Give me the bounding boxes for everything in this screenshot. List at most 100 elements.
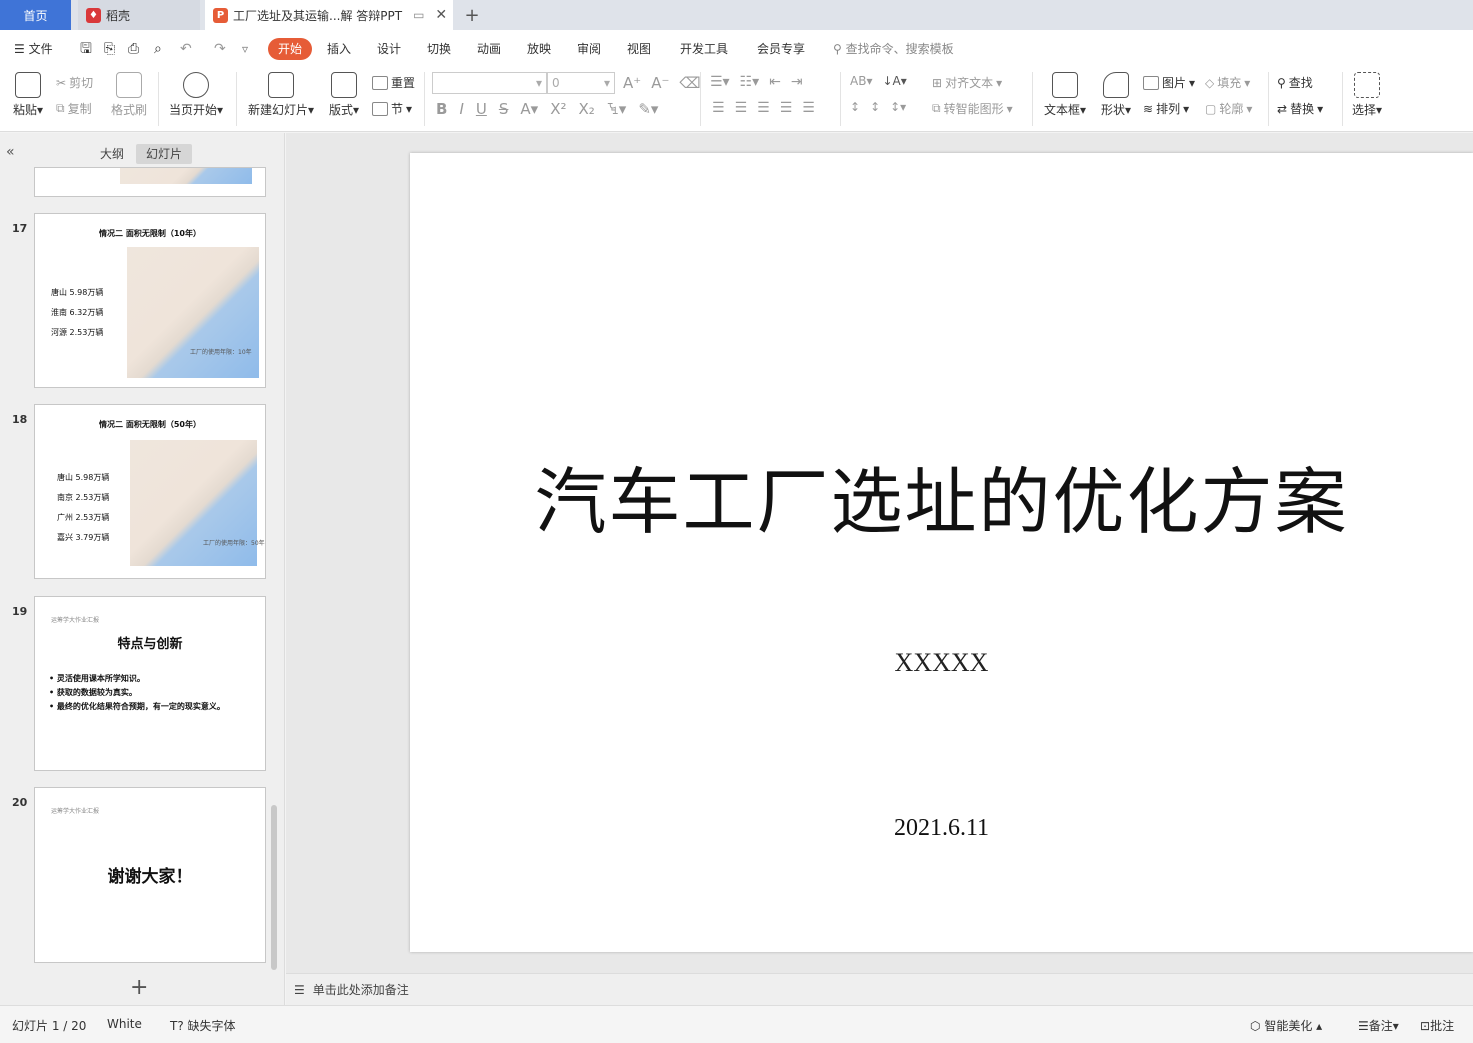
screen-icon[interactable]: ▭ — [413, 8, 424, 22]
save-icon[interactable]: 🖫 — [80, 38, 92, 60]
superscript-icon[interactable]: X² — [550, 100, 566, 118]
menu-member[interactable]: 会员专享 — [757, 38, 805, 60]
picture-button[interactable]: 图片 ▾ — [1143, 74, 1195, 91]
arrange-button[interactable]: ≋ 排列 ▾ — [1143, 100, 1189, 117]
menu-animation[interactable]: 动画 — [477, 38, 501, 60]
new-tab-button[interactable]: + — [460, 0, 484, 30]
tab-document[interactable]: P 工厂选址及其运输...解 答辩PPT ▭ ✕ — [205, 0, 453, 30]
slide-thumbnail-18[interactable]: 情况二 面积无限制（50年） 唐山 5.98万辆 南京 2.53万辆 广州 2.… — [34, 404, 266, 579]
tab-outline[interactable]: 大纲 — [90, 144, 134, 164]
find-button[interactable]: ⚲ 查找 — [1277, 74, 1313, 91]
menu-devtools[interactable]: 开发工具 — [680, 38, 728, 60]
text-direction-icon[interactable]: AB▾ — [850, 74, 872, 88]
print-preview-icon[interactable]: ⌕ — [154, 38, 162, 60]
divider — [236, 72, 237, 126]
collapse-panel-icon[interactable]: « — [6, 144, 15, 160]
textbox-label: 文本框 — [1043, 103, 1080, 117]
font-size-adjust: A⁺ A⁻ ⌫ — [623, 74, 701, 92]
slide-thumbnail-16[interactable] — [34, 167, 266, 197]
print-icon[interactable]: ⎙ — [128, 38, 139, 60]
justify-icon[interactable]: ☰ — [780, 100, 793, 116]
spacing-options-icon[interactable]: ↕▾ — [890, 100, 906, 114]
to-smartart-button[interactable]: ⧉ 转智能图形 ▾ — [932, 100, 1013, 117]
copy-button[interactable]: ⧉ 复制 — [56, 100, 92, 117]
outline-button[interactable]: ▢ 轮廓 ▾ — [1205, 100, 1252, 117]
quick-access-dropdown-icon[interactable]: ▿ — [242, 38, 248, 60]
strikethrough-icon[interactable]: S — [499, 100, 509, 118]
bullet-list-icon[interactable]: ☰▾ — [710, 74, 730, 90]
slide-title[interactable]: 汽车工厂选址的优化方案 — [410, 443, 1473, 548]
menu-design[interactable]: 设计 — [377, 38, 401, 60]
tab-slides[interactable]: 幻灯片 — [136, 144, 193, 164]
redo-icon[interactable]: ↷ — [214, 38, 226, 60]
panel-scrollbar[interactable] — [271, 805, 277, 970]
section-button[interactable]: 节 ▾ — [372, 100, 412, 117]
chevron-down-icon: ▾ — [603, 76, 610, 90]
beautify-button[interactable]: ⬡ 智能美化 ▴ — [1250, 1017, 1322, 1034]
theme-name[interactable]: White — [107, 1017, 142, 1031]
align-left-icon[interactable]: ☰ — [712, 100, 725, 116]
fill-button[interactable]: ◇ 填充 ▾ — [1205, 74, 1250, 91]
font-color-icon[interactable]: A▾ — [520, 100, 538, 118]
slide-thumbnail-20[interactable]: 运筹学大作业汇报 谢谢大家！ — [34, 787, 266, 963]
layout-button[interactable]: 版式▾ — [326, 72, 362, 118]
scissors-icon: ✂ — [56, 75, 67, 90]
menu-insert[interactable]: 插入 — [327, 38, 351, 60]
underline-icon[interactable]: U — [476, 100, 487, 118]
font-size-value: 0 — [552, 76, 560, 90]
slide-date[interactable]: 2021.6.11 — [410, 815, 1473, 842]
paste-button[interactable]: 粘贴▾ — [10, 72, 46, 118]
decrease-indent-icon[interactable]: ⇤ — [769, 74, 781, 90]
align-center-icon[interactable]: ☰ — [735, 100, 748, 116]
command-search[interactable]: ⚲ 查找命令、搜索模板 — [833, 38, 954, 60]
menu-start[interactable]: 开始 — [268, 38, 313, 60]
notes-toggle[interactable]: ☰备注▾ — [1358, 1017, 1399, 1034]
cut-button[interactable]: ✂ 剪切 — [56, 74, 93, 91]
tab-home[interactable]: 首页 — [0, 0, 71, 30]
line-spacing-icon[interactable]: ↕ — [850, 100, 860, 114]
bold-icon[interactable]: B — [436, 100, 447, 118]
italic-icon[interactable]: I — [459, 100, 463, 118]
slide-thumbnail-19[interactable]: 运筹学大作业汇报 特点与创新 • 灵活使用课本所学知识。 • 获取的数据较为真实… — [34, 596, 266, 771]
font-family-select[interactable]: ▾ — [432, 72, 547, 94]
close-tab-icon[interactable]: ✕ — [435, 7, 447, 23]
menu-bar: ☰ 文件 🖫 ⎘ ⎙ ⌕ ↶ ↷ ▿ 开始 插入 设计 切换 动画 放映 审阅 … — [0, 30, 1473, 66]
sort-icon[interactable]: ↓A▾ — [882, 74, 906, 88]
undo-icon[interactable]: ↶ — [180, 38, 192, 60]
menu-view[interactable]: 视图 — [627, 38, 651, 60]
numbered-list-icon[interactable]: ☷▾ — [740, 74, 760, 90]
textbox-button[interactable]: 文本框▾ — [1040, 72, 1090, 118]
shape-button[interactable]: 形状▾ — [1096, 72, 1136, 118]
select-button[interactable]: 选择▾ — [1348, 72, 1386, 118]
comments-toggle[interactable]: ⊡批注 — [1420, 1017, 1454, 1034]
font-size-select[interactable]: 0 ▾ — [547, 72, 615, 94]
menu-transition[interactable]: 切换 — [427, 38, 451, 60]
add-slide-button[interactable]: + — [130, 975, 148, 1000]
missing-font-button[interactable]: T? 缺失字体 — [170, 1017, 236, 1034]
slide-author[interactable]: XXXXX — [410, 648, 1473, 678]
increase-indent-icon[interactable]: ⇥ — [791, 74, 803, 90]
highlight-icon[interactable]: ✎▾ — [638, 100, 658, 118]
phonetic-icon[interactable]: ꔃ▾ — [607, 100, 627, 118]
grow-font-icon[interactable]: A⁺ — [623, 74, 641, 92]
format-painter-button[interactable]: 格式刷 — [110, 72, 148, 118]
subscript-icon[interactable]: X₂ — [578, 100, 594, 118]
reset-button[interactable]: 重置 — [372, 74, 415, 91]
new-slide-button[interactable]: 新建幻灯片▾ — [244, 72, 318, 118]
tab-daoke[interactable]: ♦ 稻壳 — [78, 0, 200, 30]
from-current-button[interactable]: 当页开始▾ — [166, 72, 226, 118]
para-spacing-icon[interactable]: ↕ — [870, 100, 880, 114]
file-menu[interactable]: ☰ 文件 — [14, 38, 53, 60]
shrink-font-icon[interactable]: A⁻ — [651, 74, 669, 92]
distribute-icon[interactable]: ☰ — [802, 100, 815, 116]
replace-button[interactable]: ⇄ 替换 ▾ — [1277, 100, 1323, 117]
menu-review[interactable]: 审阅 — [577, 38, 601, 60]
export-icon[interactable]: ⎘ — [104, 38, 115, 60]
slide-thumbnail-17[interactable]: 情况二 面积无限制（10年） 唐山 5.98万辆 淮南 6.32万辆 河源 2.… — [34, 213, 266, 388]
eraser-icon[interactable]: ⌫ — [679, 74, 700, 92]
menu-slideshow[interactable]: 放映 — [527, 38, 551, 60]
notes-bar[interactable]: ☰ 单击此处添加备注 — [286, 973, 1473, 1005]
align-right-icon[interactable]: ☰ — [757, 100, 770, 116]
align-text-button[interactable]: ⊞ 对齐文本 ▾ — [932, 74, 1002, 91]
current-slide[interactable]: 汽车工厂选址的优化方案 XXXXX 2021.6.11 — [410, 153, 1473, 952]
